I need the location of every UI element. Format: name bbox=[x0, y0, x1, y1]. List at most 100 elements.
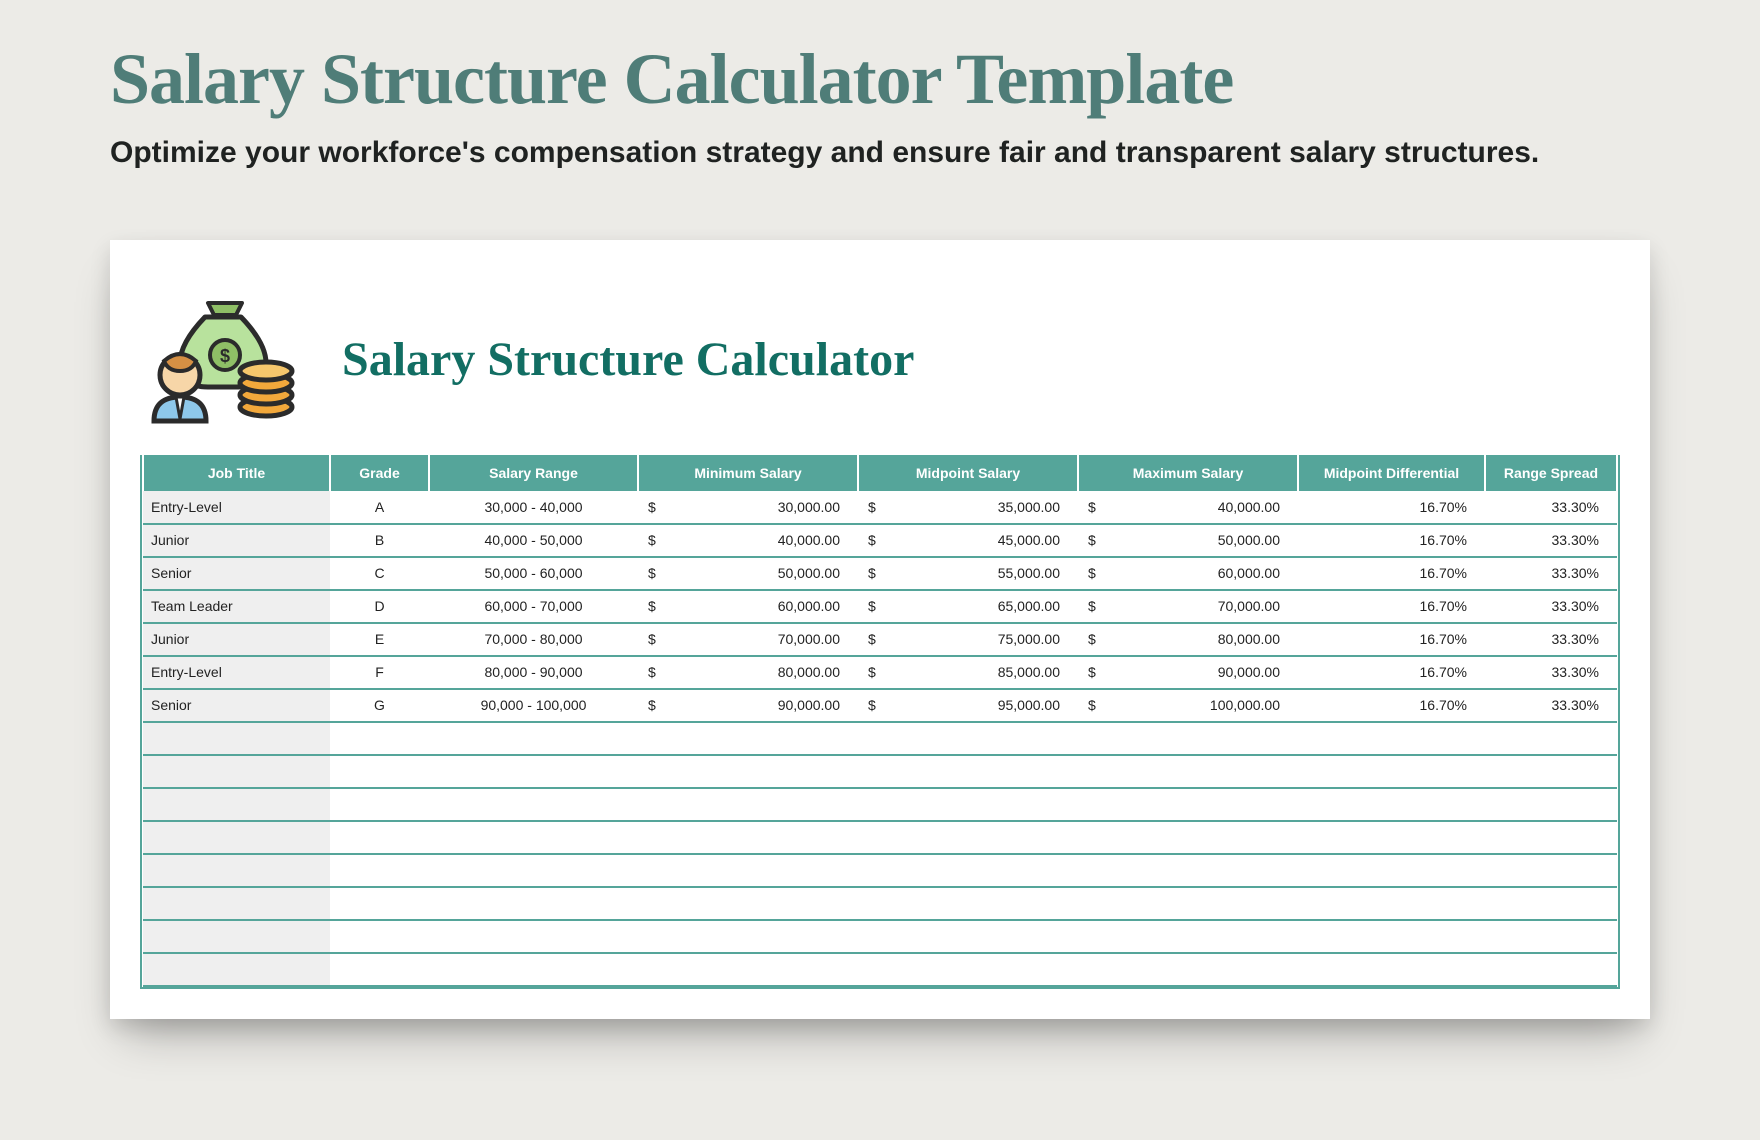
cell-grade[interactable]: F bbox=[330, 656, 429, 689]
table-row: JuniorE70,000 - 80,000$70,000.00$75,000.… bbox=[143, 623, 1617, 656]
cell-spread[interactable]: 33.30% bbox=[1485, 590, 1617, 623]
cell-empty[interactable] bbox=[330, 887, 1617, 920]
col-min-salary: Minimum Salary bbox=[638, 455, 858, 491]
cell-job[interactable]: Junior bbox=[143, 623, 330, 656]
table-row: Team LeaderD60,000 - 70,000$60,000.00$65… bbox=[143, 590, 1617, 623]
cell-mid[interactable]: $35,000.00 bbox=[858, 491, 1078, 524]
cell-mid[interactable]: $75,000.00 bbox=[858, 623, 1078, 656]
cell-grade[interactable]: G bbox=[330, 689, 429, 722]
cell-range[interactable]: 40,000 - 50,000 bbox=[429, 524, 638, 557]
col-range-spread: Range Spread bbox=[1485, 455, 1617, 491]
cell-empty[interactable] bbox=[330, 788, 1617, 821]
cell-min[interactable]: $80,000.00 bbox=[638, 656, 858, 689]
cell-grade[interactable]: A bbox=[330, 491, 429, 524]
cell-empty[interactable] bbox=[330, 920, 1617, 953]
table-row-empty bbox=[143, 722, 1617, 755]
col-job-title: Job Title bbox=[143, 455, 330, 491]
cell-empty[interactable] bbox=[143, 821, 330, 854]
salary-icon: $ bbox=[148, 295, 298, 425]
cell-empty[interactable] bbox=[143, 920, 330, 953]
cell-spread[interactable]: 33.30% bbox=[1485, 623, 1617, 656]
cell-diff[interactable]: 16.70% bbox=[1298, 623, 1485, 656]
table-row-empty bbox=[143, 821, 1617, 854]
cell-diff[interactable]: 16.70% bbox=[1298, 491, 1485, 524]
cell-grade[interactable]: B bbox=[330, 524, 429, 557]
svg-text:$: $ bbox=[220, 346, 230, 366]
col-mid-diff: Midpoint Differential bbox=[1298, 455, 1485, 491]
cell-empty[interactable] bbox=[143, 788, 330, 821]
cell-empty[interactable] bbox=[143, 755, 330, 788]
cell-empty[interactable] bbox=[143, 854, 330, 887]
page-title: Salary Structure Calculator Template bbox=[110, 42, 1650, 118]
table-row: SeniorC50,000 - 60,000$50,000.00$55,000.… bbox=[143, 557, 1617, 590]
cell-empty[interactable] bbox=[143, 887, 330, 920]
cell-diff[interactable]: 16.70% bbox=[1298, 656, 1485, 689]
cell-range[interactable]: 70,000 - 80,000 bbox=[429, 623, 638, 656]
cell-spread[interactable]: 33.30% bbox=[1485, 524, 1617, 557]
cell-range[interactable]: 50,000 - 60,000 bbox=[429, 557, 638, 590]
cell-diff[interactable]: 16.70% bbox=[1298, 590, 1485, 623]
cell-min[interactable]: $60,000.00 bbox=[638, 590, 858, 623]
cell-max[interactable]: $50,000.00 bbox=[1078, 524, 1298, 557]
table-row-empty bbox=[143, 920, 1617, 953]
cell-range[interactable]: 60,000 - 70,000 bbox=[429, 590, 638, 623]
cell-empty[interactable] bbox=[330, 854, 1617, 887]
cell-job[interactable]: Senior bbox=[143, 557, 330, 590]
cell-max[interactable]: $60,000.00 bbox=[1078, 557, 1298, 590]
cell-empty[interactable] bbox=[330, 821, 1617, 854]
cell-max[interactable]: $100,000.00 bbox=[1078, 689, 1298, 722]
cell-diff[interactable]: 16.70% bbox=[1298, 524, 1485, 557]
cell-min[interactable]: $30,000.00 bbox=[638, 491, 858, 524]
spreadsheet-card: $ Salary Structure Calculator Job Titl bbox=[110, 240, 1650, 1019]
cell-max[interactable]: $80,000.00 bbox=[1078, 623, 1298, 656]
col-mid-salary: Midpoint Salary bbox=[858, 455, 1078, 491]
cell-spread[interactable]: 33.30% bbox=[1485, 557, 1617, 590]
cell-max[interactable]: $70,000.00 bbox=[1078, 590, 1298, 623]
table-row: JuniorB40,000 - 50,000$40,000.00$45,000.… bbox=[143, 524, 1617, 557]
cell-range[interactable]: 80,000 - 90,000 bbox=[429, 656, 638, 689]
col-salary-range: Salary Range bbox=[429, 455, 638, 491]
cell-grade[interactable]: C bbox=[330, 557, 429, 590]
cell-min[interactable]: $50,000.00 bbox=[638, 557, 858, 590]
table-row-empty bbox=[143, 887, 1617, 920]
col-grade: Grade bbox=[330, 455, 429, 491]
cell-empty[interactable] bbox=[143, 722, 330, 755]
cell-diff[interactable]: 16.70% bbox=[1298, 557, 1485, 590]
cell-grade[interactable]: E bbox=[330, 623, 429, 656]
cell-mid[interactable]: $95,000.00 bbox=[858, 689, 1078, 722]
table-row: SeniorG90,000 - 100,000$90,000.00$95,000… bbox=[143, 689, 1617, 722]
table-header-row: Job Title Grade Salary Range Minimum Sal… bbox=[143, 455, 1617, 491]
cell-max[interactable]: $40,000.00 bbox=[1078, 491, 1298, 524]
cell-mid[interactable]: $65,000.00 bbox=[858, 590, 1078, 623]
cell-job[interactable]: Senior bbox=[143, 689, 330, 722]
col-max-salary: Maximum Salary bbox=[1078, 455, 1298, 491]
cell-range[interactable]: 90,000 - 100,000 bbox=[429, 689, 638, 722]
cell-job[interactable]: Entry-Level bbox=[143, 656, 330, 689]
table-row: Entry-LevelF80,000 - 90,000$80,000.00$85… bbox=[143, 656, 1617, 689]
cell-mid[interactable]: $55,000.00 bbox=[858, 557, 1078, 590]
cell-spread[interactable]: 33.30% bbox=[1485, 656, 1617, 689]
salary-table: Job Title Grade Salary Range Minimum Sal… bbox=[142, 455, 1618, 987]
cell-min[interactable]: $70,000.00 bbox=[638, 623, 858, 656]
cell-empty[interactable] bbox=[330, 722, 1617, 755]
cell-spread[interactable]: 33.30% bbox=[1485, 491, 1617, 524]
table-row: Entry-LevelA30,000 - 40,000$30,000.00$35… bbox=[143, 491, 1617, 524]
cell-min[interactable]: $90,000.00 bbox=[638, 689, 858, 722]
table-row-empty bbox=[143, 953, 1617, 986]
page-subtitle: Optimize your workforce's compensation s… bbox=[110, 136, 1650, 170]
cell-spread[interactable]: 33.30% bbox=[1485, 689, 1617, 722]
cell-empty[interactable] bbox=[330, 755, 1617, 788]
cell-diff[interactable]: 16.70% bbox=[1298, 689, 1485, 722]
cell-job[interactable]: Entry-Level bbox=[143, 491, 330, 524]
cell-empty[interactable] bbox=[330, 953, 1617, 986]
cell-range[interactable]: 30,000 - 40,000 bbox=[429, 491, 638, 524]
cell-min[interactable]: $40,000.00 bbox=[638, 524, 858, 557]
cell-mid[interactable]: $85,000.00 bbox=[858, 656, 1078, 689]
cell-grade[interactable]: D bbox=[330, 590, 429, 623]
table-row-empty bbox=[143, 788, 1617, 821]
cell-job[interactable]: Junior bbox=[143, 524, 330, 557]
cell-max[interactable]: $90,000.00 bbox=[1078, 656, 1298, 689]
cell-job[interactable]: Team Leader bbox=[143, 590, 330, 623]
cell-mid[interactable]: $45,000.00 bbox=[858, 524, 1078, 557]
cell-empty[interactable] bbox=[143, 953, 330, 986]
